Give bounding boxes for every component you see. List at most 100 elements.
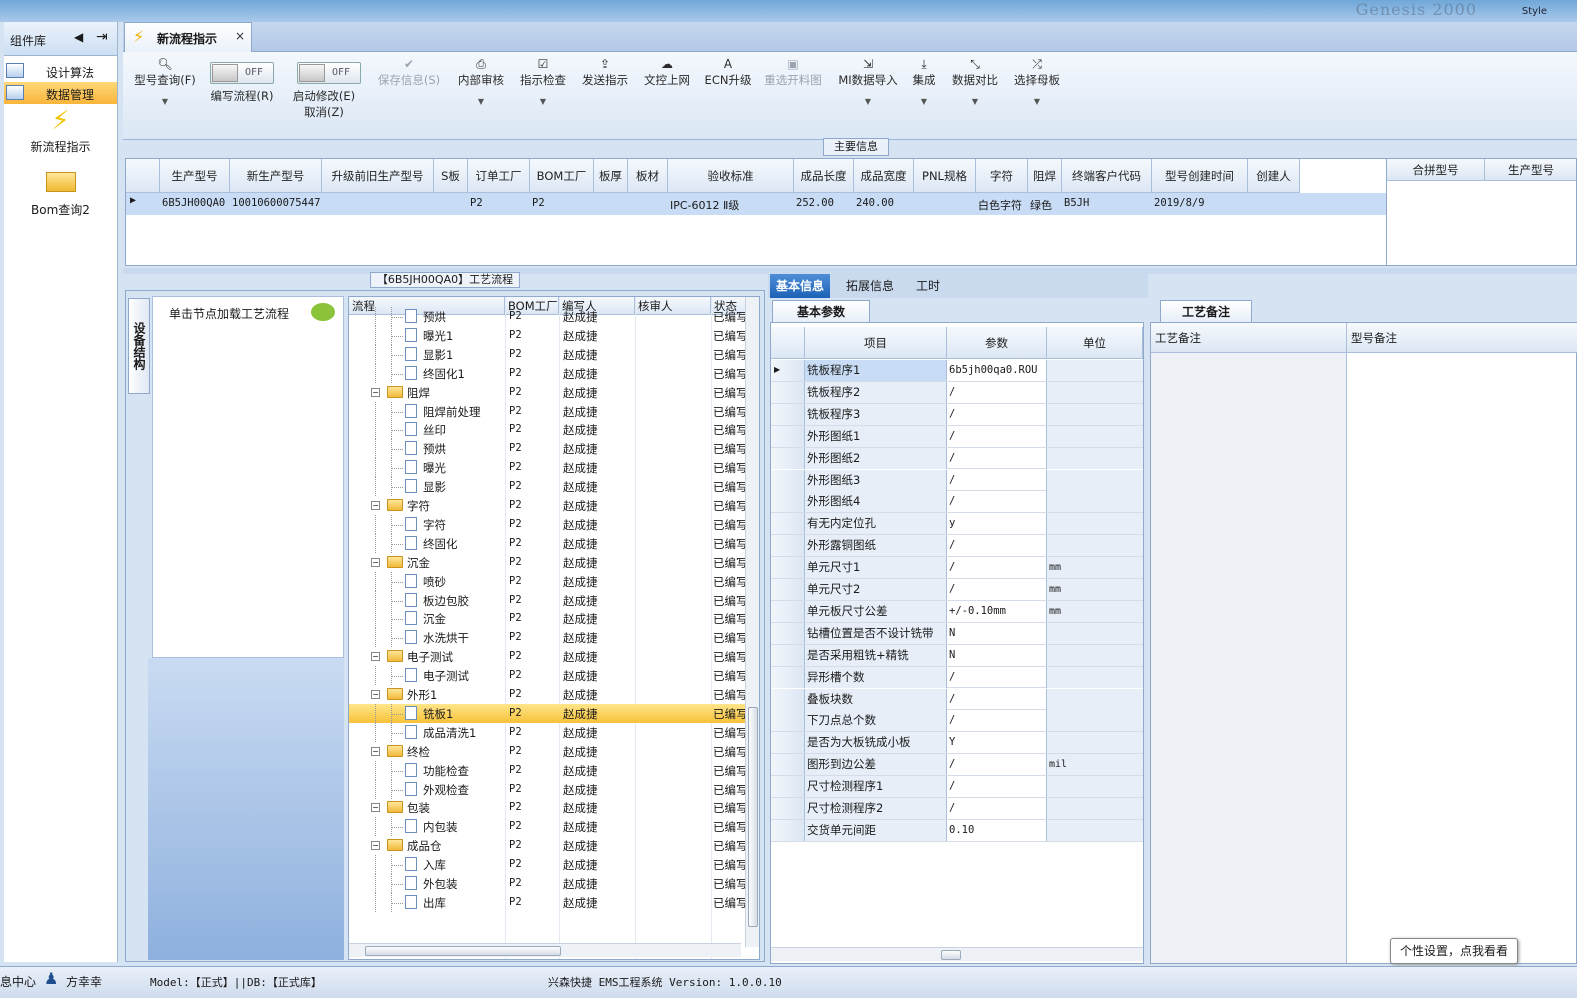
tree-row[interactable]: 阻焊前处理 P2 赵成捷 已编写 bbox=[349, 401, 745, 421]
tab-work-hours[interactable]: 工时 bbox=[910, 274, 946, 298]
horizontal-scrollbar[interactable] bbox=[349, 943, 741, 957]
tree-row[interactable]: 显影1 P2 赵成捷 已编写 bbox=[349, 344, 745, 364]
style-menu[interactable]: Style bbox=[1522, 6, 1547, 17]
column-header[interactable]: PNL规格 bbox=[914, 159, 976, 193]
param-value[interactable]: / bbox=[947, 579, 1047, 600]
dropdown-arrow-icon[interactable]: ▼ bbox=[1009, 94, 1065, 110]
tree-row[interactable]: 终固化1 P2 赵成捷 已编写 bbox=[349, 363, 745, 383]
param-value[interactable]: Y bbox=[947, 732, 1047, 754]
tree-row[interactable]: − 终检 P2 赵成捷 已编写 bbox=[349, 742, 745, 761]
row-selector[interactable] bbox=[771, 557, 805, 579]
row-selector[interactable] bbox=[771, 535, 805, 557]
column-header[interactable]: 板材 bbox=[628, 159, 668, 193]
param-row[interactable]: 图形到边公差 / mil bbox=[771, 754, 1143, 777]
param-value[interactable]: 6b5jh00qa0.ROU bbox=[947, 360, 1047, 381]
dropdown-arrow-icon[interactable]: ▼ bbox=[453, 94, 509, 110]
tab-basic-info[interactable]: 基本信息 bbox=[770, 274, 831, 298]
column-header[interactable]: 验收标准 bbox=[668, 159, 794, 193]
row-selector[interactable] bbox=[771, 732, 805, 754]
tab-new-flow[interactable]: ⚡ 新流程指示 × bbox=[124, 22, 252, 52]
param-row[interactable]: 铣板程序3/ bbox=[771, 403, 1143, 426]
row-selector[interactable] bbox=[771, 622, 805, 644]
check-instruction-button[interactable]: ☑ 指示检查 ▼ bbox=[515, 56, 571, 110]
tree-row[interactable]: 曝光 P2 赵成捷 已编写 bbox=[349, 458, 745, 478]
param-row[interactable]: 异形槽个数 / bbox=[771, 666, 1143, 689]
param-row[interactable]: 尺寸检测程序2/ bbox=[771, 798, 1143, 820]
tree-row[interactable]: 终固化 P2 赵成捷 已编写 bbox=[349, 533, 745, 553]
column-header[interactable]: 阻焊 bbox=[1028, 159, 1062, 193]
dropdown-arrow-icon[interactable]: ▼ bbox=[947, 94, 1003, 110]
param-row[interactable]: 交货单元间距 0.10 bbox=[771, 819, 1143, 842]
column-header[interactable]: 新生产型号 bbox=[230, 159, 322, 193]
collapse-toggle-icon[interactable]: − bbox=[371, 652, 380, 662]
param-row[interactable]: 尺寸检测程序1/ bbox=[771, 776, 1143, 798]
save-button[interactable]: ✔ 保存信息(S) bbox=[373, 56, 445, 88]
column-header[interactable]: 成品长度 bbox=[794, 159, 854, 193]
column-header[interactable]: BOM工厂 bbox=[530, 159, 594, 193]
param-value[interactable]: / bbox=[947, 798, 1047, 819]
row-selector[interactable] bbox=[771, 469, 805, 491]
cancel-modify-line[interactable]: 取消(Z) bbox=[289, 104, 359, 120]
dropdown-arrow-icon[interactable]: ▼ bbox=[907, 94, 941, 110]
scroll-thumb[interactable] bbox=[365, 946, 561, 956]
param-value[interactable]: / bbox=[947, 381, 1047, 403]
tree-row[interactable]: − 阻焊 P2 赵成捷 已编写 bbox=[349, 383, 745, 402]
doc-upload-button[interactable]: ☁ 文控上网 bbox=[639, 56, 695, 88]
param-value[interactable]: / bbox=[947, 557, 1047, 579]
row-selector[interactable] bbox=[771, 447, 805, 469]
param-row[interactable]: 外形露铜图纸 / bbox=[771, 535, 1143, 558]
tree-row[interactable]: 丝印 P2 赵成捷 已编写 bbox=[349, 420, 745, 440]
param-value[interactable]: / bbox=[947, 754, 1047, 776]
tree-row[interactable]: 显影 P2 赵成捷 已编写 bbox=[349, 477, 745, 497]
row-selector[interactable] bbox=[771, 776, 805, 798]
row-selector[interactable] bbox=[771, 425, 805, 447]
column-header[interactable]: 成品宽度 bbox=[854, 159, 914, 193]
param-value[interactable]: N bbox=[947, 644, 1047, 666]
column-header[interactable]: 字符 bbox=[976, 159, 1028, 193]
collapse-toggle-icon[interactable]: − bbox=[371, 841, 380, 851]
column-header[interactable]: 单位 bbox=[1047, 327, 1143, 359]
tree-row[interactable]: 沉金 P2 赵成捷 已编写 bbox=[349, 609, 745, 629]
row-selector[interactable] bbox=[771, 403, 805, 425]
column-header[interactable]: S板 bbox=[434, 159, 468, 193]
tree-row[interactable]: 外观检查 P2 赵成捷 已编写 bbox=[349, 779, 745, 799]
column-header[interactable]: 项目 bbox=[805, 327, 947, 359]
send-instruction-button[interactable]: ⇪ 发送指示 bbox=[577, 56, 633, 88]
tree-row[interactable]: − 字符 P2 赵成捷 已编写 bbox=[349, 496, 745, 515]
tree-row[interactable]: − 沉金 P2 赵成捷 已编写 bbox=[349, 553, 745, 572]
param-row[interactable]: 是否为大板铣成小板 Y bbox=[771, 732, 1143, 755]
tree-row[interactable]: 内包装 P2 赵成捷 已编写 bbox=[349, 817, 745, 837]
param-row[interactable]: 外形图纸3/ bbox=[771, 469, 1143, 492]
column-header[interactable]: 板厚 bbox=[594, 159, 628, 193]
row-selector[interactable] bbox=[771, 710, 805, 732]
launcher-bom-query[interactable]: Bom查询2 bbox=[4, 166, 117, 228]
param-row[interactable]: 有无内定位孔 y bbox=[771, 513, 1143, 536]
collapse-toggle-icon[interactable]: − bbox=[371, 690, 380, 699]
param-row[interactable]: 单元板尺寸公差 +/-0.10mm mm bbox=[771, 600, 1143, 623]
row-selector[interactable] bbox=[771, 491, 805, 513]
collapse-arrow-icon[interactable]: ◀ bbox=[74, 30, 83, 44]
param-row[interactable]: ▶ 铣板程序1 6b5jh00qa0.ROU bbox=[771, 360, 1143, 382]
dropdown-arrow-icon[interactable]: ▼ bbox=[515, 94, 571, 110]
query-button[interactable]: 🔍︎ 型号查询(F) ▼ bbox=[129, 56, 201, 110]
tree-row[interactable]: − 电子测试 P2 赵成捷 已编写 bbox=[349, 647, 745, 666]
tree-row[interactable]: 曝光1 P2 赵成捷 已编写 bbox=[349, 325, 745, 345]
row-selector[interactable]: ▶ bbox=[771, 360, 805, 381]
row-selector[interactable] bbox=[771, 688, 805, 710]
process-notes-field[interactable] bbox=[1151, 353, 1347, 963]
ecn-upgrade-button[interactable]: A ECN升级 bbox=[701, 56, 755, 88]
param-value[interactable]: / bbox=[947, 535, 1047, 557]
row-selector[interactable] bbox=[771, 600, 805, 622]
vertical-scrollbar[interactable] bbox=[745, 297, 759, 947]
param-row[interactable]: 钻槽位置是否不设计铣带 N bbox=[771, 622, 1143, 645]
scroll-thumb[interactable] bbox=[748, 707, 758, 927]
param-value[interactable]: / bbox=[947, 710, 1047, 732]
tree-row[interactable]: − 包装 P2 赵成捷 已编写 bbox=[349, 798, 745, 817]
collapse-toggle-icon[interactable]: − bbox=[371, 746, 380, 756]
mi-import-button[interactable]: ⇲ MI数据导入 ▼ bbox=[833, 56, 903, 110]
dropdown-arrow-icon[interactable]: ▼ bbox=[129, 94, 201, 110]
param-row[interactable]: 是否采用粗铣+精铣 N bbox=[771, 644, 1143, 667]
column-header[interactable]: 终端客户代码 bbox=[1062, 159, 1152, 193]
nav-item-data-management[interactable]: 数据管理 bbox=[4, 82, 117, 104]
collapse-toggle-icon[interactable]: − bbox=[371, 387, 380, 397]
